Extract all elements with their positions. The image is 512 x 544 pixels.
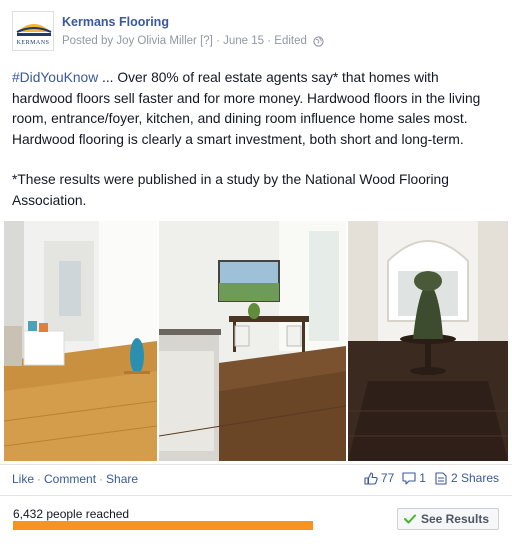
photo-kitchen-dining[interactable] xyxy=(159,221,346,461)
action-separator: · xyxy=(37,472,42,486)
action-separator: · xyxy=(99,472,104,486)
check-icon xyxy=(403,514,416,524)
post-body: #DidYouKnow ... Over 80% of real estate … xyxy=(12,68,500,211)
share-count[interactable]: 2 Shares xyxy=(434,471,499,485)
comment-link[interactable]: Comment xyxy=(44,472,96,486)
comment-count[interactable]: 1 xyxy=(402,471,426,485)
post-date[interactable]: June 15 xyxy=(223,35,264,47)
reach-progress-fill xyxy=(13,521,313,530)
page-name-link[interactable]: Kermans Flooring xyxy=(62,15,169,29)
posted-by: Posted by Joy Olivia Miller xyxy=(62,35,197,47)
like-count[interactable]: 77 xyxy=(364,471,394,485)
see-results-button[interactable]: See Results xyxy=(396,508,499,530)
help-marker[interactable]: [?] xyxy=(200,35,213,47)
post-header: KERMANS Kermans Flooring Posted by Joy O… xyxy=(12,11,502,51)
share-count-value: 2 Shares xyxy=(450,471,499,485)
engagement-counts: 77 1 2 Shares xyxy=(359,471,499,485)
divider xyxy=(0,464,512,465)
post-card: KERMANS Kermans Flooring Posted by Joy O… xyxy=(0,0,512,544)
post-paragraph: #DidYouKnow ... Over 80% of real estate … xyxy=(12,68,500,150)
like-count-value: 77 xyxy=(380,471,395,485)
share-icon xyxy=(435,471,447,485)
edited-label[interactable]: Edited xyxy=(274,35,307,47)
page-logo[interactable]: KERMANS xyxy=(12,11,54,51)
insights-bar: 6,432 people reached See Results xyxy=(0,496,512,544)
share-link[interactable]: Share xyxy=(106,472,138,486)
hashtag-link[interactable]: #DidYouKnow xyxy=(12,70,98,85)
photo-entrance-hall[interactable] xyxy=(348,221,508,461)
post-footnote: *These results were published in a study… xyxy=(12,172,449,208)
meta-dot: · xyxy=(267,35,272,47)
globe-icon[interactable] xyxy=(313,35,324,47)
reach-progress-bar xyxy=(13,521,313,530)
comment-icon xyxy=(402,471,416,485)
meta-dot: · xyxy=(216,35,220,47)
action-links: Like · Comment · Share xyxy=(12,472,138,486)
thumbs-up-icon xyxy=(364,471,378,485)
logo-wordmark: KERMANS xyxy=(16,40,50,46)
post-meta: Posted by Joy Olivia Miller [?] · June 1… xyxy=(62,35,324,47)
comment-count-value: 1 xyxy=(419,471,426,485)
see-results-label: See Results xyxy=(420,512,489,526)
photo-grid xyxy=(4,221,508,461)
reach-label: 6,432 people reached xyxy=(13,507,130,521)
like-link[interactable]: Like xyxy=(12,472,34,486)
photo-living-room[interactable] xyxy=(4,221,157,461)
